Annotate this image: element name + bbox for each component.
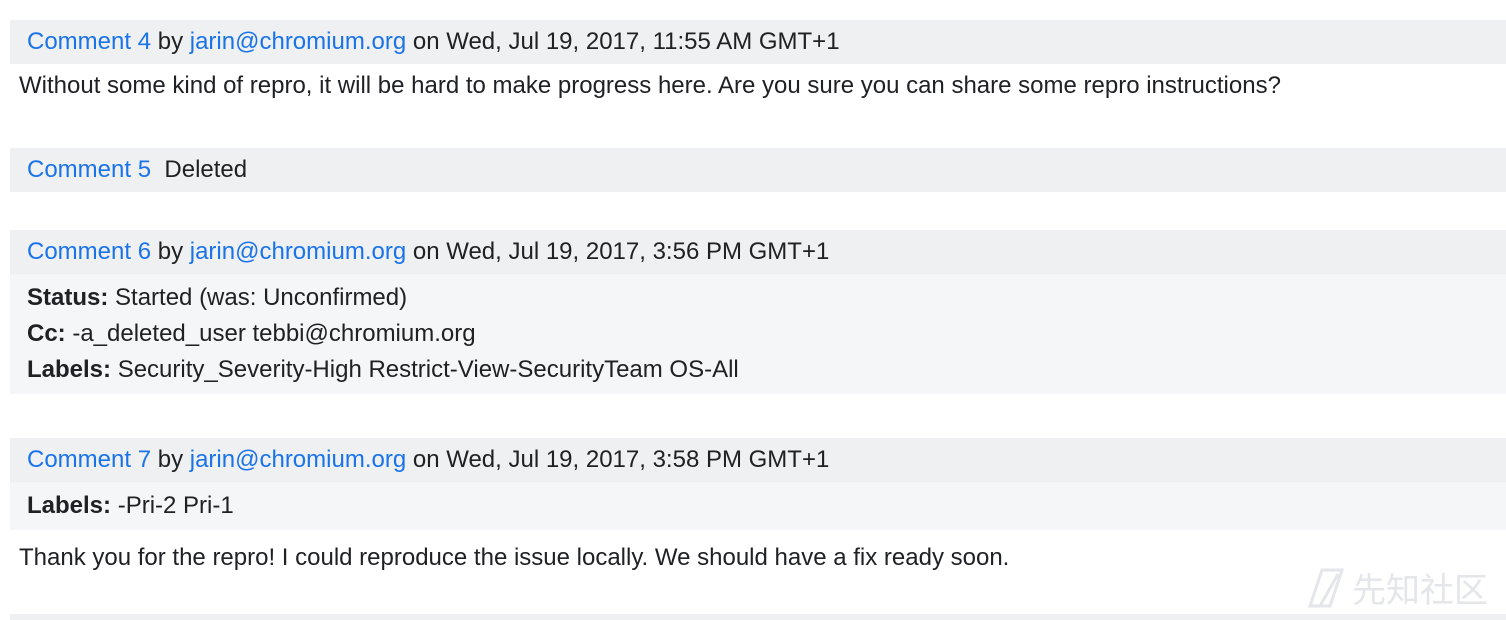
on-text: on xyxy=(412,446,440,473)
comment-header: Comment 6 by jarin@chromium.org on Wed, … xyxy=(10,230,1506,274)
comment-5-link[interactable]: Comment 5 xyxy=(27,156,151,183)
next-comment-header-edge xyxy=(10,614,1506,620)
comment-body: Thank you for the repro! I could reprodu… xyxy=(19,544,1010,571)
comment-date: Wed, Jul 19, 2017, 11:55 AM GMT+1 xyxy=(446,28,840,55)
amendment-field: Cc: xyxy=(27,320,66,347)
amendment-field: Labels: xyxy=(27,356,112,383)
on-text: on xyxy=(412,28,440,55)
comment-7: Comment 7 by jarin@chromium.org on Wed, … xyxy=(10,438,1506,574)
comment-6: Comment 6 by jarin@chromium.org on Wed, … xyxy=(10,230,1506,394)
author-link[interactable]: jarin@chromium.org xyxy=(190,28,406,55)
amendment-field: Status: xyxy=(27,284,109,311)
by-text: by xyxy=(157,446,184,473)
amendments: Labels: -Pri-2 Pri-1 xyxy=(10,482,1506,530)
issue-comments-page: Comment 4 by jarin@chromium.org on Wed, … xyxy=(0,0,1506,620)
comment-6-link[interactable]: Comment 6 xyxy=(27,238,151,265)
author-link[interactable]: jarin@chromium.org xyxy=(190,446,406,473)
comment-4: Comment 4 by jarin@chromium.org on Wed, … xyxy=(10,20,1506,102)
watermark: 先知社区 xyxy=(1307,563,1488,612)
comment-header: Comment 7 by jarin@chromium.org on Wed, … xyxy=(10,438,1506,482)
amendment-field: Labels: xyxy=(27,492,112,519)
author-link[interactable]: jarin@chromium.org xyxy=(190,238,406,265)
amendment-value: Security_Severity-High Restrict-View-Sec… xyxy=(117,356,739,383)
comment-header: Comment 5 Deleted xyxy=(10,148,1506,192)
by-text: by xyxy=(157,238,184,265)
amendment-value: -Pri-2 Pri-1 xyxy=(117,492,234,519)
on-text: on xyxy=(412,238,440,265)
amendment-labels: Labels: -Pri-2 Pri-1 xyxy=(27,488,1506,524)
amendment-status: Status: Started (was: Unconfirmed) xyxy=(27,280,1506,316)
comment-5: Comment 5 Deleted xyxy=(10,148,1506,192)
comment-7-link[interactable]: Comment 7 xyxy=(27,446,151,473)
deleted-status: Deleted xyxy=(164,156,248,183)
xianzhi-logo-icon xyxy=(1307,568,1345,608)
by-text: by xyxy=(157,28,184,55)
comment-4-link[interactable]: Comment 4 xyxy=(27,28,151,55)
comment-date: Wed, Jul 19, 2017, 3:58 PM GMT+1 xyxy=(446,446,830,473)
amendment-labels: Labels: Security_Severity-High Restrict-… xyxy=(27,352,1506,388)
amendment-cc: Cc: -a_deleted_user tebbi@chromium.org xyxy=(27,316,1506,352)
watermark-text: 先知社区 xyxy=(1352,571,1488,611)
comment-header: Comment 4 by jarin@chromium.org on Wed, … xyxy=(10,20,1506,64)
comment-body: Without some kind of repro, it will be h… xyxy=(19,72,1281,99)
comment-date: Wed, Jul 19, 2017, 3:56 PM GMT+1 xyxy=(446,238,830,265)
amendment-value: -a_deleted_user tebbi@chromium.org xyxy=(72,320,476,347)
amendments: Status: Started (was: Unconfirmed) Cc: -… xyxy=(10,274,1506,394)
amendment-value: Started (was: Unconfirmed) xyxy=(115,284,408,311)
